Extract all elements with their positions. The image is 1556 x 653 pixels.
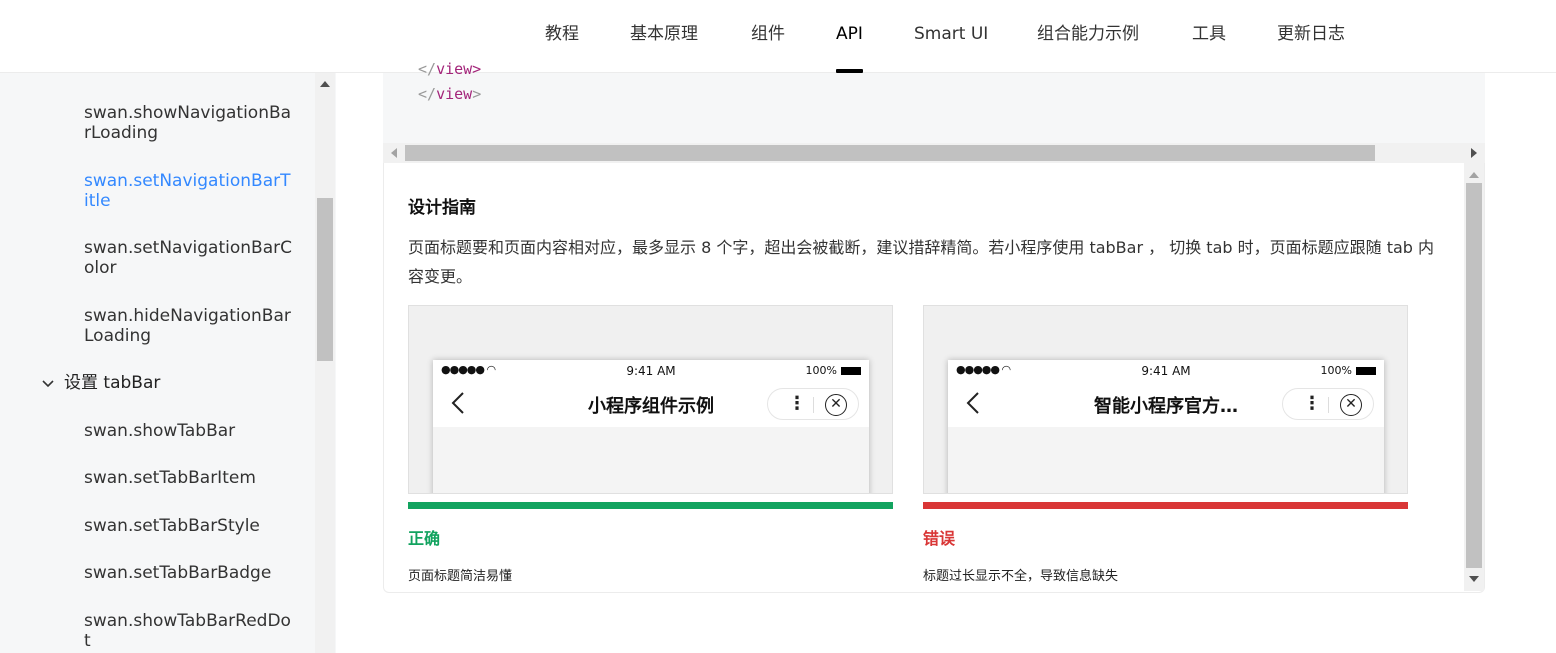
code-line-close-view: </view> [418, 85, 482, 103]
phone-mockup: ●●●●● ◠ 9:41 AM 100% 智能小程序官方… ⋮ ✕ [948, 360, 1384, 493]
sidebar-group-tabbar[interactable]: 设置 tabBar [42, 373, 160, 395]
close-circle-icon: ✕ [825, 394, 847, 416]
top-nav: 教程 基本原理 组件 API Smart UI 组合能力示例 工具 更新日志 [0, 0, 1556, 73]
verdict-correct: 正确 [408, 529, 441, 548]
code-scroll-thumb[interactable] [405, 145, 1375, 161]
correct-indicator-bar [408, 502, 893, 509]
sidebar-scroll-thumb[interactable] [317, 198, 333, 361]
design-guide-description: 页面标题要和页面内容相对应，最多显示 8 个字，超出会被截断，建议措辞精简。若小… [408, 238, 1435, 286]
more-icon: ⋮ [788, 393, 806, 414]
phone-status-bar: ●●●●● ◠ 9:41 AM 100% [948, 360, 1384, 382]
design-guide-title: 设计指南 [408, 198, 476, 218]
wrong-indicator-bar [923, 502, 1408, 509]
menu-capsule: ⋮ ✕ [1282, 388, 1374, 420]
sidebar-group-label: 设置 tabBar [64, 373, 161, 393]
card-vertical-scrollbar[interactable] [1464, 163, 1484, 591]
example-image-frame: ●●●●● ◠ 9:41 AM 100% 小程序组件示例 ⋮ ✕ [408, 305, 893, 494]
nav-smart-ui[interactable]: Smart UI [914, 0, 988, 73]
phone-navigation-bar: 智能小程序官方… ⋮ ✕ [948, 382, 1384, 427]
phone-navigation-bar: 小程序组件示例 ⋮ ✕ [433, 382, 869, 427]
nav-examples[interactable]: 组合能力示例 [1037, 0, 1139, 73]
sidebar-item-set-nav-title[interactable]: swan.setNavigationBarTitle [84, 171, 294, 211]
scroll-up-arrow-icon[interactable] [320, 81, 330, 87]
phone-mockup: ●●●●● ◠ 9:41 AM 100% 小程序组件示例 ⋮ ✕ [433, 360, 869, 493]
nav-changelog[interactable]: 更新日志 [1277, 0, 1345, 73]
sidebar-item-set-tabbar-style[interactable]: swan.setTabBarStyle [84, 516, 294, 536]
nav-components[interactable]: 组件 [751, 0, 785, 73]
chevron-down-icon [42, 375, 56, 395]
sidebar-scrollbar[interactable] [315, 73, 335, 653]
scroll-down-arrow-icon[interactable] [1469, 576, 1479, 582]
nav-tutorial[interactable]: 教程 [545, 0, 579, 73]
more-icon: ⋮ [1303, 393, 1321, 414]
phone-time: 9:41 AM [1141, 364, 1191, 378]
main-content: </view> </view> 设计指南 页面标题要和页面内容相对应，最多显示 … [336, 60, 1556, 653]
sidebar-item-hide-nav-loading[interactable]: swan.hideNavigationBarLoading [84, 306, 294, 346]
nav-tools[interactable]: 工具 [1192, 0, 1226, 73]
verdict-wrong: 错误 [923, 529, 956, 548]
phone-time: 9:41 AM [626, 364, 676, 378]
scroll-left-arrow-icon[interactable] [391, 148, 397, 158]
sidebar-item-show-tabbar-reddot[interactable]: swan.showTabBarRedDot [84, 611, 294, 651]
close-circle-icon: ✕ [1340, 394, 1362, 416]
scroll-up-arrow-icon[interactable] [1469, 172, 1479, 178]
code-line-partial: </view> [418, 60, 482, 78]
sidebar-item-set-tabbar-item[interactable]: swan.setTabBarItem [84, 468, 294, 488]
example-caption: 页面标题简洁易懂 [408, 569, 513, 584]
nav-api[interactable]: API [836, 0, 863, 73]
sidebar-item-show-nav-loading[interactable]: swan.showNavigationBarLoading [84, 103, 294, 143]
menu-capsule: ⋮ ✕ [767, 388, 859, 420]
app-root: 教程 基本原理 组件 API Smart UI 组合能力示例 工具 更新日志 s… [0, 0, 1556, 653]
sidebar-item-set-tabbar-badge[interactable]: swan.setTabBarBadge [84, 563, 294, 583]
design-guide-card: 设计指南 页面标题要和页面内容相对应，最多显示 8 个字，超出会被截断，建议措辞… [383, 163, 1485, 593]
example-caption: 标题过长显示不全，导致信息缺失 [923, 569, 1119, 584]
phone-status-bar: ●●●●● ◠ 9:41 AM 100% [433, 360, 869, 382]
card-scroll-thumb[interactable] [1466, 183, 1482, 568]
example-correct: ●●●●● ◠ 9:41 AM 100% 小程序组件示例 ⋮ ✕ 正确 页面标题… [408, 305, 893, 584]
sidebar: swan.showNavigationBarLoading swan.setNa… [0, 73, 336, 653]
battery-icon: 100% [1321, 364, 1376, 377]
nav-principles[interactable]: 基本原理 [630, 0, 698, 73]
battery-icon: 100% [806, 364, 861, 377]
scroll-right-arrow-icon[interactable] [1471, 148, 1477, 158]
code-horizontal-scrollbar[interactable] [383, 143, 1485, 163]
sidebar-item-set-nav-color[interactable]: swan.setNavigationBarColor [84, 238, 294, 278]
example-image-frame: ●●●●● ◠ 9:41 AM 100% 智能小程序官方… ⋮ ✕ [923, 305, 1408, 494]
sidebar-item-show-tabbar[interactable]: swan.showTabBar [84, 421, 294, 441]
example-wrong: ●●●●● ◠ 9:41 AM 100% 智能小程序官方… ⋮ ✕ 错误 标题过… [923, 305, 1408, 584]
nav-api-label: API [836, 24, 863, 44]
